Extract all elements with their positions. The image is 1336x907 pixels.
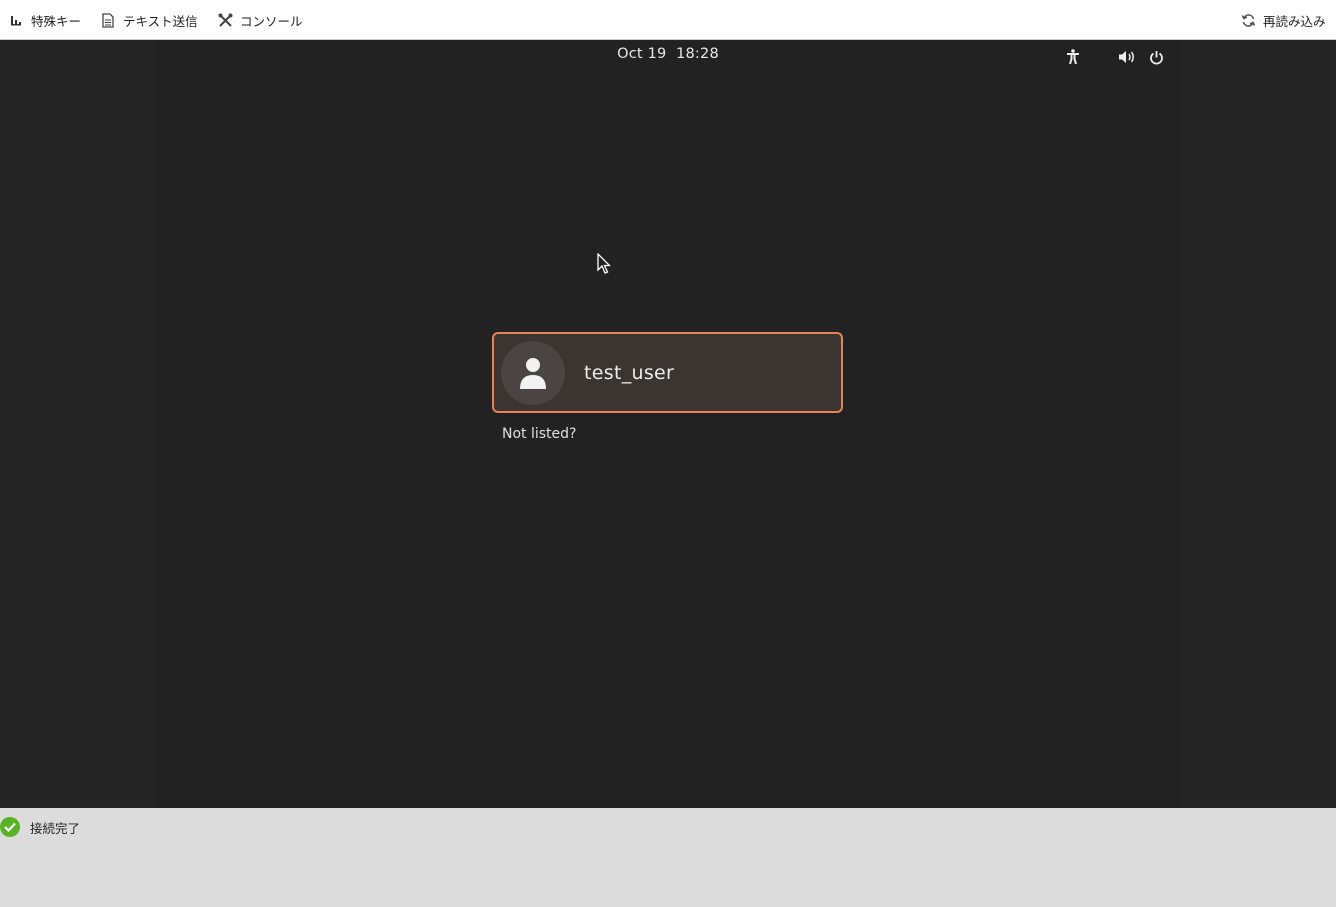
date-label: Oct 19 bbox=[617, 46, 667, 62]
accessibility-icon[interactable] bbox=[1063, 47, 1083, 67]
tools-icon bbox=[217, 12, 233, 28]
login-screen: Oct 19 18:28 test_user Not listed? bbox=[156, 40, 1180, 808]
time-label: 18:28 bbox=[676, 46, 719, 62]
user-icon bbox=[520, 357, 546, 389]
reload-label: 再読み込み bbox=[1263, 13, 1326, 29]
document-icon bbox=[100, 12, 116, 28]
refresh-icon bbox=[1240, 12, 1256, 28]
reload-button[interactable]: 再読み込み bbox=[1240, 0, 1326, 40]
volume-icon[interactable] bbox=[1117, 47, 1137, 67]
special-keys-label: 特殊キー bbox=[31, 13, 82, 29]
console-label: コンソール bbox=[240, 13, 303, 29]
user-list-item[interactable]: test_user bbox=[492, 332, 843, 413]
console-button[interactable]: コンソール bbox=[217, 0, 303, 40]
avatar bbox=[501, 340, 565, 405]
power-icon[interactable] bbox=[1146, 47, 1166, 67]
keyboard-icon bbox=[8, 12, 24, 28]
status-bar: 接続完了 bbox=[0, 808, 1336, 907]
connection-status: 接続完了 bbox=[30, 820, 81, 836]
special-keys-button[interactable]: 特殊キー bbox=[8, 0, 81, 40]
mouse-cursor-icon bbox=[597, 253, 611, 274]
not-listed-link[interactable]: Not listed? bbox=[502, 426, 576, 442]
console-toolbar: 特殊キー テキスト送信 コンソール 再読み込み bbox=[0, 0, 1336, 40]
send-text-button[interactable]: テキスト送信 bbox=[100, 0, 198, 40]
remote-screen[interactable]: Oct 19 18:28 test_user Not listed? bbox=[0, 40, 1336, 808]
check-icon bbox=[0, 817, 20, 837]
date-time[interactable]: Oct 19 18:28 bbox=[156, 46, 1180, 62]
send-text-label: テキスト送信 bbox=[123, 13, 198, 29]
username-label: test_user bbox=[584, 361, 675, 384]
